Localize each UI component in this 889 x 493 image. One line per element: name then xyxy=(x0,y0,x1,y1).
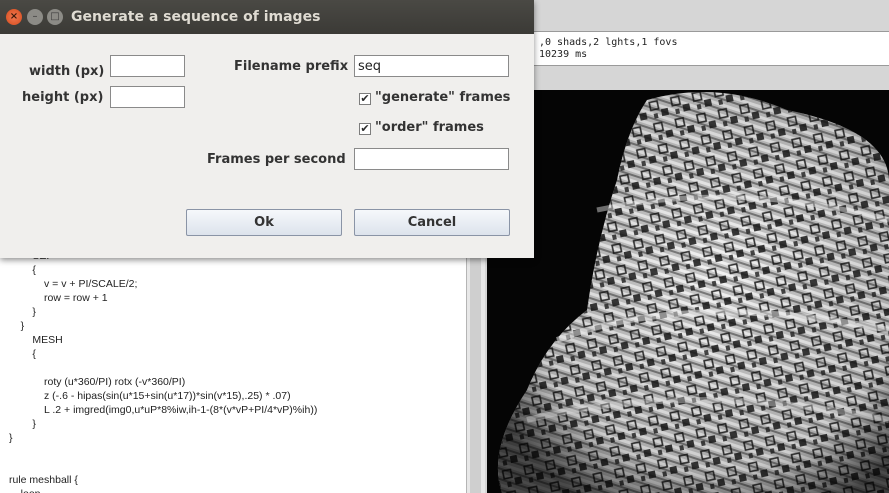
order-frames-checkbox[interactable]: ✔ xyxy=(359,123,371,135)
editor-scrollbar[interactable] xyxy=(466,258,485,493)
height-input[interactable] xyxy=(110,86,185,108)
close-icon[interactable]: × xyxy=(6,9,22,25)
minimize-icon[interactable]: – xyxy=(27,9,43,25)
render-time: 10239 ms xyxy=(539,49,588,60)
render-stats: ,0 shads,2 lghts,1 fovs 10239 ms xyxy=(534,31,889,66)
filename-prefix-label: Filename prefix xyxy=(234,59,349,74)
frames-per-second-input[interactable] xyxy=(354,148,509,170)
generate-frames-label[interactable]: "generate" frames xyxy=(375,90,510,105)
generate-frames-checkbox[interactable]: ✔ xyxy=(359,93,371,105)
render-stats-line-1: ,0 shads,2 lghts,1 fovs xyxy=(539,37,678,48)
editor-scrollbar-thumb[interactable] xyxy=(470,258,481,493)
width-input[interactable] xyxy=(110,55,185,77)
cancel-button[interactable]: Cancel xyxy=(354,209,510,236)
order-frames-label[interactable]: "order" frames xyxy=(375,120,484,135)
dialog-title: Generate a sequence of images xyxy=(71,9,321,25)
width-label: width (px) xyxy=(29,64,105,79)
code-editor[interactable]: SE! { v = v + PI/SCALE/2; row = row + 1 … xyxy=(0,258,467,493)
code-text[interactable]: SE! { v = v + PI/SCALE/2; row = row + 1 … xyxy=(9,258,317,493)
dialog-titlebar[interactable]: × – □ Generate a sequence of images xyxy=(0,0,534,34)
render-view[interactable] xyxy=(487,90,889,493)
maximize-icon[interactable]: □ xyxy=(47,9,63,25)
filename-prefix-input[interactable] xyxy=(354,55,509,77)
ok-button[interactable]: Ok xyxy=(186,209,342,236)
status-area: ,0 shads,2 lghts,1 fovs 10239 ms xyxy=(534,0,889,90)
height-label: height (px) xyxy=(22,90,104,105)
rendered-mesh-image xyxy=(497,92,889,493)
frames-per-second-label: Frames per second xyxy=(207,152,346,167)
generate-sequence-dialog: × – □ Generate a sequence of images widt… xyxy=(0,0,534,258)
